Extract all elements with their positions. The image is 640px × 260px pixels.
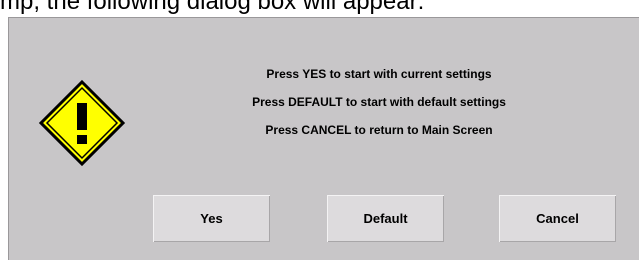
default-button[interactable]: Default [327, 195, 444, 242]
page: mp, the following dialog box will appear… [0, 0, 640, 260]
cancel-button[interactable]: Cancel [499, 195, 616, 242]
document-caption: mp, the following dialog box will appear… [0, 0, 425, 15]
confirmation-dialog: Press YES to start with current settings… [8, 17, 639, 260]
message-line-current-settings: Press YES to start with current settings [266, 67, 492, 81]
yes-button[interactable]: Yes [153, 195, 270, 242]
message-line-default-settings: Press DEFAULT to start with default sett… [252, 95, 506, 109]
message-line-main-screen: Press CANCEL to return to Main Screen [265, 123, 493, 137]
warning-icon [38, 79, 126, 167]
dialog-message: Press YES to start with current settings… [179, 60, 579, 144]
